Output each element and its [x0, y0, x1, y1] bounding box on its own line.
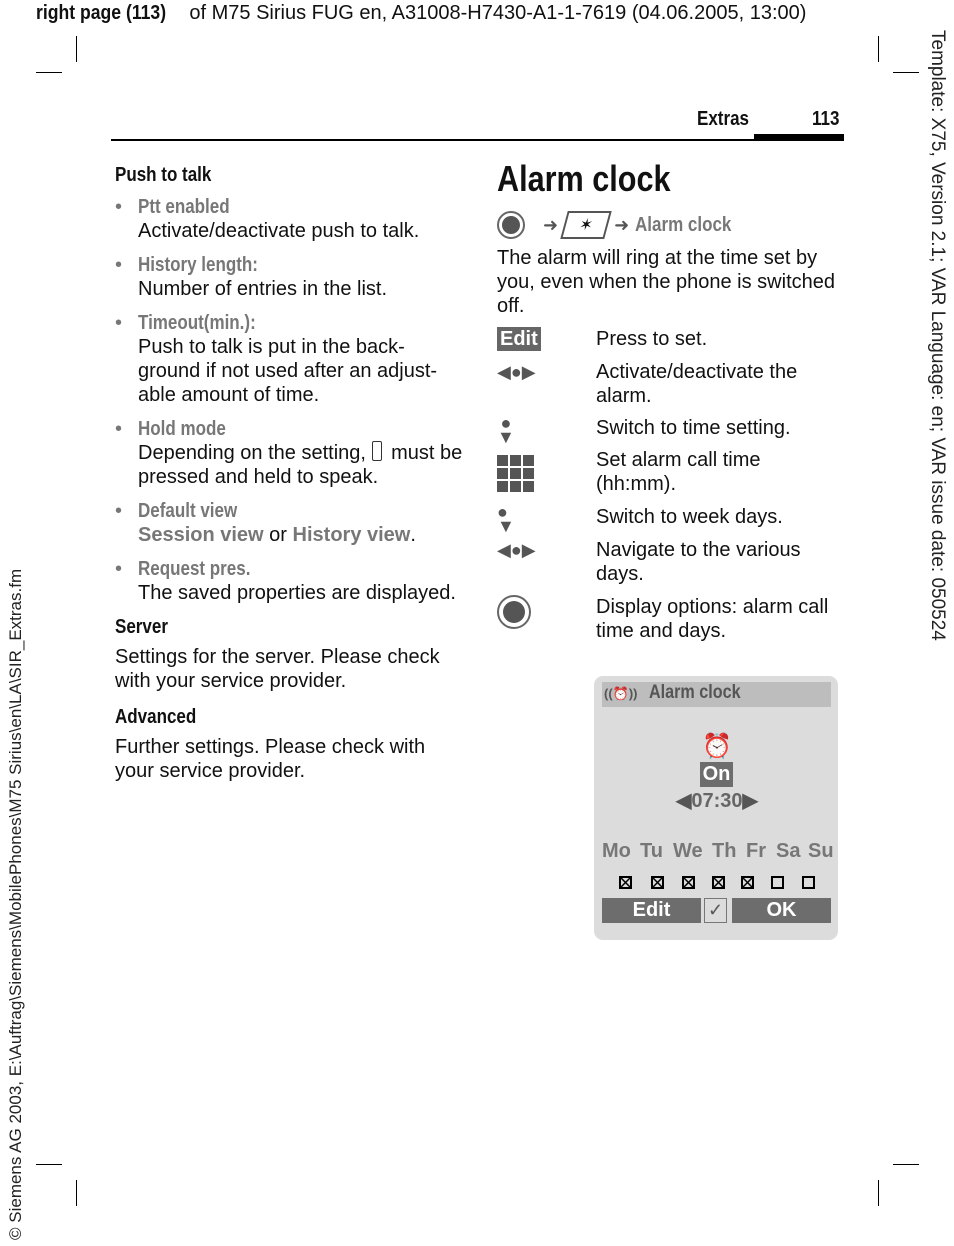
day-checkbox[interactable] — [712, 876, 725, 889]
day-label: Sa — [776, 840, 801, 862]
display-title-bar: ((⏰)) Alarm clock — [602, 682, 831, 707]
instruction-row: Set alarm call time (hh:mm). — [497, 448, 847, 495]
template-info: Template: X75, Version 2.1; VAR Language… — [927, 30, 948, 641]
list-item: Default viewSession view or History view… — [115, 499, 465, 547]
instruction-row: ● ▼ Switch to time setting. — [497, 413, 791, 447]
keypad-icon — [497, 455, 534, 492]
manual-page: right page (113) of M75 Sirius FUG en, A… — [0, 0, 954, 1246]
list-item: History length:Number of entries in the … — [115, 253, 465, 301]
nav-down-icon: ● ▼ — [497, 502, 515, 536]
center-key-icon — [497, 211, 525, 239]
softkey-ok[interactable]: OK — [732, 898, 831, 923]
day-label: Fr — [746, 840, 766, 862]
advanced-text: Further settings. Please check with your… — [115, 736, 426, 782]
running-head-section: Extras — [697, 108, 749, 130]
alarm-ringing-icon: ((⏰)) — [604, 686, 638, 701]
extras-menu-icon: ✶ — [560, 211, 612, 239]
instruction-row: Display options: alarm call time and day… — [497, 595, 847, 642]
instruction-row: ◀●▶ Navigate to the various days. — [497, 539, 801, 585]
edit-softkey: Edit — [497, 327, 541, 351]
day-checkbox[interactable] — [741, 876, 754, 889]
day-label: We — [673, 840, 703, 862]
alarm-status[interactable]: On — [700, 762, 733, 787]
intro-text: The alarm will ring at the time set by y… — [497, 247, 835, 317]
heading-server: Server — [115, 616, 168, 638]
instruction-row: ● ▼ Switch to week days. — [497, 502, 783, 536]
instruction-row: ◀●▶ Activate/deactivate the alarm. — [497, 361, 798, 407]
heading-push-to-talk: Push to talk — [115, 164, 212, 186]
file-path: © Siemens AG 2003, E:\Auftrag\Siemens\Mo… — [6, 568, 25, 1240]
instruction-row: Edit Press to set. — [497, 327, 847, 351]
ptt-key-icon — [371, 441, 382, 461]
list-item: Timeout(min.):Push to talk is put in the… — [115, 311, 465, 407]
nav-left-right-icon: ◀●▶ — [497, 362, 536, 382]
print-header: right page (113) of M75 Sirius FUG en, A… — [36, 2, 807, 24]
phone-display: ((⏰)) Alarm clock ⏰ On ◀07:30▶ Mo Tu We … — [594, 676, 838, 940]
day-label: Tu — [640, 840, 663, 862]
nav-down-icon: ● ▼ — [497, 413, 515, 447]
header-rule-tab — [754, 134, 844, 141]
heading-advanced: Advanced — [115, 706, 197, 728]
day-checkbox[interactable] — [619, 876, 632, 889]
day-label: Mo — [602, 840, 631, 862]
server-text: Settings for the server. Please check wi… — [115, 646, 440, 692]
alarm-time[interactable]: ◀07:30▶ — [676, 788, 758, 813]
day-label: Su — [808, 840, 834, 862]
softkey-edit[interactable]: Edit — [602, 898, 701, 923]
center-key-icon — [497, 595, 531, 629]
list-item: Ptt enabledActivate/deactivate push to t… — [115, 195, 465, 243]
page-number: 113 — [812, 108, 840, 130]
arrow-icon: ➜ — [543, 214, 559, 235]
page-title: Alarm clock — [497, 158, 671, 199]
day-checkbox[interactable] — [651, 876, 664, 889]
day-label: Th — [712, 840, 737, 862]
nav-left-right-icon: ◀●▶ — [497, 540, 536, 560]
list-item: Request pres.The saved properties are di… — [115, 557, 465, 605]
header-rule — [111, 139, 844, 141]
checkmark-icon[interactable]: ✓ — [704, 898, 727, 923]
day-checkbox[interactable] — [771, 876, 784, 889]
day-checkbox[interactable] — [802, 876, 815, 889]
left-column: Push to talk Ptt enabledActivate/deactiv… — [115, 163, 465, 783]
menu-path: ➜ ✶ ➜ Alarm clock — [497, 208, 749, 242]
list-item: Hold modeDepending on the setting, must … — [115, 417, 465, 489]
alarm-clock-icon: ⏰ — [702, 733, 732, 760]
day-checkbox[interactable] — [682, 876, 695, 889]
arrow-icon: ➜ — [614, 214, 630, 235]
